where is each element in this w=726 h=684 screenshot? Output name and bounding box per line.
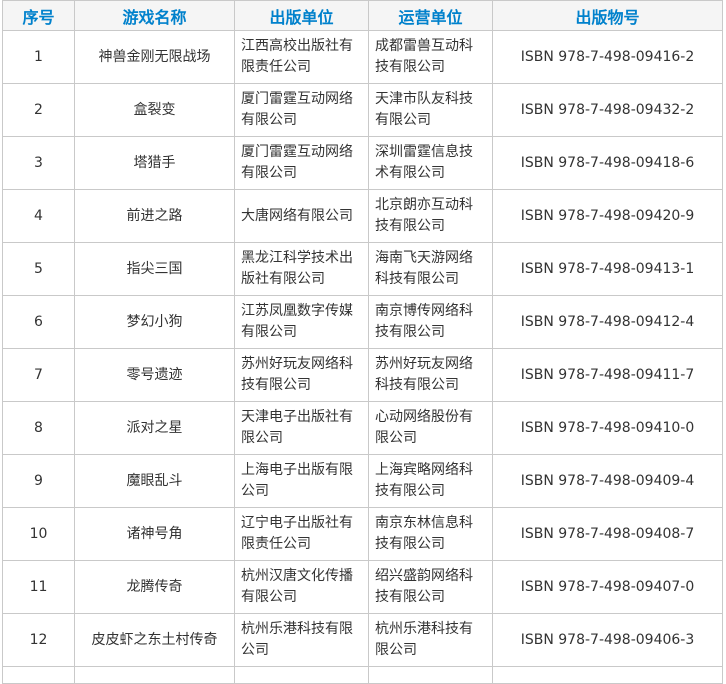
table-row: 10 诸神号角 辽宁电子出版社有限责任公司 南京东林信息科技有限公司 ISBN … — [2, 507, 723, 561]
row-operator: 心动网络股份有限公司 — [368, 401, 493, 455]
row-index: 3 — [2, 136, 75, 190]
row-publisher: 江苏凤凰数字传媒有限公司 — [234, 295, 369, 349]
row-index: 9 — [2, 454, 75, 508]
row-game-name: 盒裂变 — [74, 83, 235, 137]
row-publisher: 杭州乐港科技有限公司 — [234, 613, 369, 667]
row-operator: 海南飞天游网络科技有限公司 — [368, 242, 493, 296]
row-game-name: 皮皮虾之东土村传奇 — [74, 613, 235, 667]
row-isbn: ISBN 978-7-498-09407-0 — [492, 560, 723, 614]
row-operator: 北京朗亦互动科技有限公司 — [368, 189, 493, 243]
header-index: 序号 — [2, 0, 75, 31]
row-operator: 天津市队友科技有限公司 — [368, 83, 493, 137]
row-isbn: ISBN 978-7-498-09413-1 — [492, 242, 723, 296]
row-publisher: 辽宁电子出版社有限责任公司 — [234, 507, 369, 561]
row-index: 5 — [2, 242, 75, 296]
table-row: 3 塔猎手 厦门雷霆互动网络有限公司 深圳雷霆信息技术有限公司 ISBN 978… — [2, 136, 723, 190]
row-partial-cell — [234, 666, 369, 684]
row-index: 12 — [2, 613, 75, 667]
row-publisher: 上海电子出版有限公司 — [234, 454, 369, 508]
row-operator: 上海宾略网络科技有限公司 — [368, 454, 493, 508]
table-row: 12 皮皮虾之东土村传奇 杭州乐港科技有限公司 杭州乐港科技有限公司 ISBN … — [2, 613, 723, 667]
header-publisher: 出版单位 — [234, 0, 369, 31]
row-isbn: ISBN 978-7-498-09411-7 — [492, 348, 723, 402]
row-game-name: 指尖三国 — [74, 242, 235, 296]
game-approval-table: 序号 游戏名称 出版单位 运营单位 出版物号 1 神兽金刚无限战场 江西高校出版… — [2, 0, 723, 684]
row-game-name: 诸神号角 — [74, 507, 235, 561]
row-index: 6 — [2, 295, 75, 349]
table-row: 2 盒裂变 厦门雷霆互动网络有限公司 天津市队友科技有限公司 ISBN 978-… — [2, 83, 723, 137]
row-operator: 绍兴盛韵网络科技有限公司 — [368, 560, 493, 614]
row-game-name: 神兽金刚无限战场 — [74, 30, 235, 84]
row-isbn: ISBN 978-7-498-09420-9 — [492, 189, 723, 243]
row-game-name: 派对之星 — [74, 401, 235, 455]
table-row: 4 前进之路 大唐网络有限公司 北京朗亦互动科技有限公司 ISBN 978-7-… — [2, 189, 723, 243]
row-isbn: ISBN 978-7-498-09408-7 — [492, 507, 723, 561]
row-game-name: 零号遗迹 — [74, 348, 235, 402]
table-row: 9 魔眼乱斗 上海电子出版有限公司 上海宾略网络科技有限公司 ISBN 978-… — [2, 454, 723, 508]
row-index: 7 — [2, 348, 75, 402]
row-publisher: 天津电子出版社有限公司 — [234, 401, 369, 455]
row-game-name: 前进之路 — [74, 189, 235, 243]
header-operator: 运营单位 — [368, 0, 493, 31]
row-operator: 南京博传网络科技有限公司 — [368, 295, 493, 349]
row-isbn: ISBN 978-7-498-09412-4 — [492, 295, 723, 349]
row-isbn: ISBN 978-7-498-09418-6 — [492, 136, 723, 190]
row-partial-cell — [74, 666, 235, 684]
table-row: 1 神兽金刚无限战场 江西高校出版社有限责任公司 成都雷兽互动科技有限公司 IS… — [2, 30, 723, 84]
row-game-name: 梦幻小狗 — [74, 295, 235, 349]
table-row-partial — [2, 666, 723, 684]
row-index: 8 — [2, 401, 75, 455]
table-row: 5 指尖三国 黑龙江科学技术出版社有限公司 海南飞天游网络科技有限公司 ISBN… — [2, 242, 723, 296]
row-index: 10 — [2, 507, 75, 561]
row-index: 1 — [2, 30, 75, 84]
row-operator: 南京东林信息科技有限公司 — [368, 507, 493, 561]
row-publisher: 杭州汉唐文化传播有限公司 — [234, 560, 369, 614]
row-isbn: ISBN 978-7-498-09406-3 — [492, 613, 723, 667]
row-isbn: ISBN 978-7-498-09432-2 — [492, 83, 723, 137]
table-row: 6 梦幻小狗 江苏凤凰数字传媒有限公司 南京博传网络科技有限公司 ISBN 97… — [2, 295, 723, 349]
row-operator: 成都雷兽互动科技有限公司 — [368, 30, 493, 84]
row-operator: 深圳雷霆信息技术有限公司 — [368, 136, 493, 190]
header-isbn: 出版物号 — [492, 0, 723, 31]
table-row: 8 派对之星 天津电子出版社有限公司 心动网络股份有限公司 ISBN 978-7… — [2, 401, 723, 455]
row-index: 11 — [2, 560, 75, 614]
row-publisher: 大唐网络有限公司 — [234, 189, 369, 243]
row-game-name: 塔猎手 — [74, 136, 235, 190]
row-publisher: 厦门雷霆互动网络有限公司 — [234, 83, 369, 137]
row-game-name: 龙腾传奇 — [74, 560, 235, 614]
table-header-row: 序号 游戏名称 出版单位 运营单位 出版物号 — [2, 0, 723, 31]
row-partial-cell — [2, 666, 75, 684]
row-index: 2 — [2, 83, 75, 137]
row-publisher: 黑龙江科学技术出版社有限公司 — [234, 242, 369, 296]
row-publisher: 苏州好玩友网络科技有限公司 — [234, 348, 369, 402]
row-partial-cell — [492, 666, 723, 684]
row-publisher: 厦门雷霆互动网络有限公司 — [234, 136, 369, 190]
row-publisher: 江西高校出版社有限责任公司 — [234, 30, 369, 84]
row-isbn: ISBN 978-7-498-09409-4 — [492, 454, 723, 508]
row-index: 4 — [2, 189, 75, 243]
row-isbn: ISBN 978-7-498-09416-2 — [492, 30, 723, 84]
row-game-name: 魔眼乱斗 — [74, 454, 235, 508]
row-isbn: ISBN 978-7-498-09410-0 — [492, 401, 723, 455]
publication-table-container: 序号 游戏名称 出版单位 运营单位 出版物号 1 神兽金刚无限战场 江西高校出版… — [2, 0, 723, 684]
header-game-name: 游戏名称 — [74, 0, 235, 31]
table-row: 7 零号遗迹 苏州好玩友网络科技有限公司 苏州好玩友网络科技有限公司 ISBN … — [2, 348, 723, 402]
row-operator: 杭州乐港科技有限公司 — [368, 613, 493, 667]
row-operator: 苏州好玩友网络科技有限公司 — [368, 348, 493, 402]
table-row: 11 龙腾传奇 杭州汉唐文化传播有限公司 绍兴盛韵网络科技有限公司 ISBN 9… — [2, 560, 723, 614]
table-body: 1 神兽金刚无限战场 江西高校出版社有限责任公司 成都雷兽互动科技有限公司 IS… — [2, 30, 723, 684]
row-partial-cell — [368, 666, 493, 684]
